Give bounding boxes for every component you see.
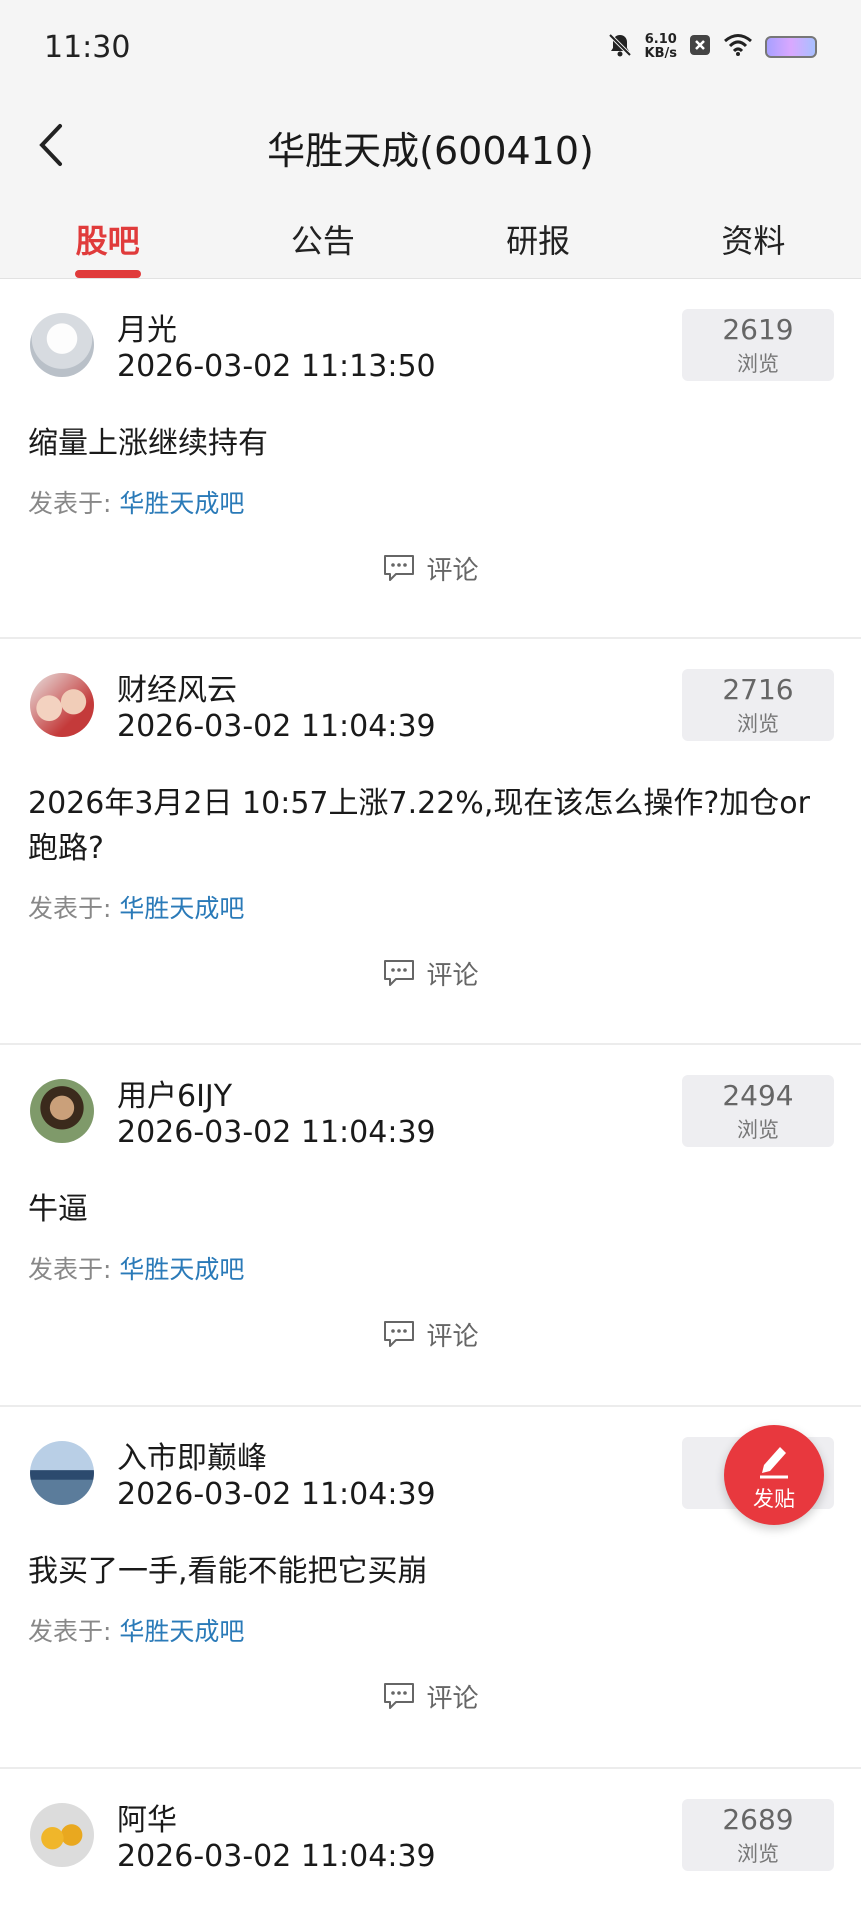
avatar[interactable]: [30, 1079, 94, 1143]
username[interactable]: 阿华: [117, 1795, 177, 1839]
comment-button[interactable]: 评论: [351, 1676, 511, 1716]
views-count: 2494: [722, 1079, 794, 1112]
comment-icon: [384, 1321, 415, 1347]
new-post-label: 发贴: [753, 1487, 795, 1511]
username[interactable]: 入市即巅峰: [117, 1433, 267, 1477]
post-item[interactable]: 月光 2026-03-02 11:13:50 2619 浏览 缩量上涨继续持有 …: [0, 279, 861, 639]
views-label: 浏览: [737, 352, 779, 376]
status-time: 11:30: [44, 30, 131, 65]
views-label: 浏览: [737, 1118, 779, 1142]
timestamp: 2026-03-02 11:04:39: [117, 1477, 436, 1512]
forum-link[interactable]: 华胜天成吧: [119, 1255, 244, 1284]
avatar[interactable]: [30, 1803, 94, 1867]
post-feed: 月光 2026-03-02 11:13:50 2619 浏览 缩量上涨继续持有 …: [0, 279, 861, 1929]
comment-label: 评论: [426, 960, 479, 991]
views-badge: 2689 浏览: [682, 1799, 834, 1871]
views-label: 浏览: [737, 1842, 779, 1866]
x-box-icon: [689, 34, 711, 60]
posted-in-label: 发表于:: [28, 1255, 112, 1284]
tab-bar: 股吧 公告 研报 资料: [0, 212, 861, 278]
views-label: 浏览: [737, 712, 779, 736]
username[interactable]: 用户6IJY: [117, 1071, 232, 1115]
comment-button[interactable]: 评论: [351, 548, 511, 588]
comment-label: 评论: [426, 555, 479, 586]
net-speed: 6.10 KB/s: [644, 32, 677, 61]
forum-link[interactable]: 华胜天成吧: [119, 894, 244, 923]
timestamp: 2026-03-02 11:04:39: [117, 1839, 436, 1874]
status-icons: 6.10 KB/s: [607, 32, 817, 62]
posted-in: 发表于: 华胜天成吧: [28, 484, 833, 520]
avatar[interactable]: [30, 673, 94, 737]
forum-link[interactable]: 华胜天成吧: [119, 1617, 244, 1646]
posted-in: 发表于: 华胜天成吧: [28, 1250, 833, 1286]
avatar[interactable]: [30, 1441, 94, 1505]
views-badge: 2494 浏览: [682, 1075, 834, 1147]
timestamp: 2026-03-02 11:04:39: [117, 1115, 436, 1150]
battery-icon: [765, 36, 817, 58]
status-bar: 11:30 6.10 KB/s: [0, 0, 861, 100]
comment-icon: [384, 1683, 415, 1709]
views-count: 2716: [722, 673, 794, 706]
posted-in: 发表于: 华胜天成吧: [28, 889, 833, 925]
comment-label: 评论: [426, 1683, 479, 1714]
views-count: 2619: [722, 313, 794, 346]
post-item[interactable]: 阿华 2026-03-02 11:04:39 2689 浏览: [0, 1769, 861, 1929]
posted-in-label: 发表于:: [28, 1617, 112, 1646]
tab-guba[interactable]: 股吧: [0, 212, 215, 278]
posted-in-label: 发表于:: [28, 894, 112, 923]
comment-button[interactable]: 评论: [351, 1314, 511, 1354]
tab-announcements[interactable]: 公告: [215, 212, 430, 278]
post-item[interactable]: 用户6IJY 2026-03-02 11:04:39 2494 浏览 牛逼 发表…: [0, 1045, 861, 1407]
comment-icon: [384, 555, 415, 581]
forum-link[interactable]: 华胜天成吧: [119, 489, 244, 518]
posted-in: 发表于: 华胜天成吧: [28, 1612, 833, 1648]
timestamp: 2026-03-02 11:04:39: [117, 709, 436, 744]
pencil-icon: [756, 1439, 792, 1483]
page-title: 华胜天成(600410): [267, 129, 594, 173]
comment-button[interactable]: 评论: [351, 953, 511, 993]
username[interactable]: 月光: [117, 305, 177, 349]
new-post-button[interactable]: 发贴: [724, 1425, 824, 1525]
username[interactable]: 财经风云: [117, 665, 237, 709]
posted-in-label: 发表于:: [28, 489, 112, 518]
comment-icon: [384, 960, 415, 986]
avatar[interactable]: [30, 313, 94, 377]
tab-research[interactable]: 研报: [431, 212, 646, 278]
post-item[interactable]: 财经风云 2026-03-02 11:04:39 2716 浏览 2026年3月…: [0, 639, 861, 1045]
header: 华胜天成(600410) 股吧 公告 研报 资料: [0, 100, 861, 279]
tab-profile[interactable]: 资料: [646, 212, 861, 278]
views-badge: 2716 浏览: [682, 669, 834, 741]
timestamp: 2026-03-02 11:13:50: [117, 349, 436, 384]
views-badge: 2619 浏览: [682, 309, 834, 381]
wifi-icon: [723, 33, 753, 61]
views-count: 2689: [722, 1803, 794, 1836]
comment-label: 评论: [426, 1321, 479, 1352]
mute-bell-icon: [607, 32, 633, 62]
